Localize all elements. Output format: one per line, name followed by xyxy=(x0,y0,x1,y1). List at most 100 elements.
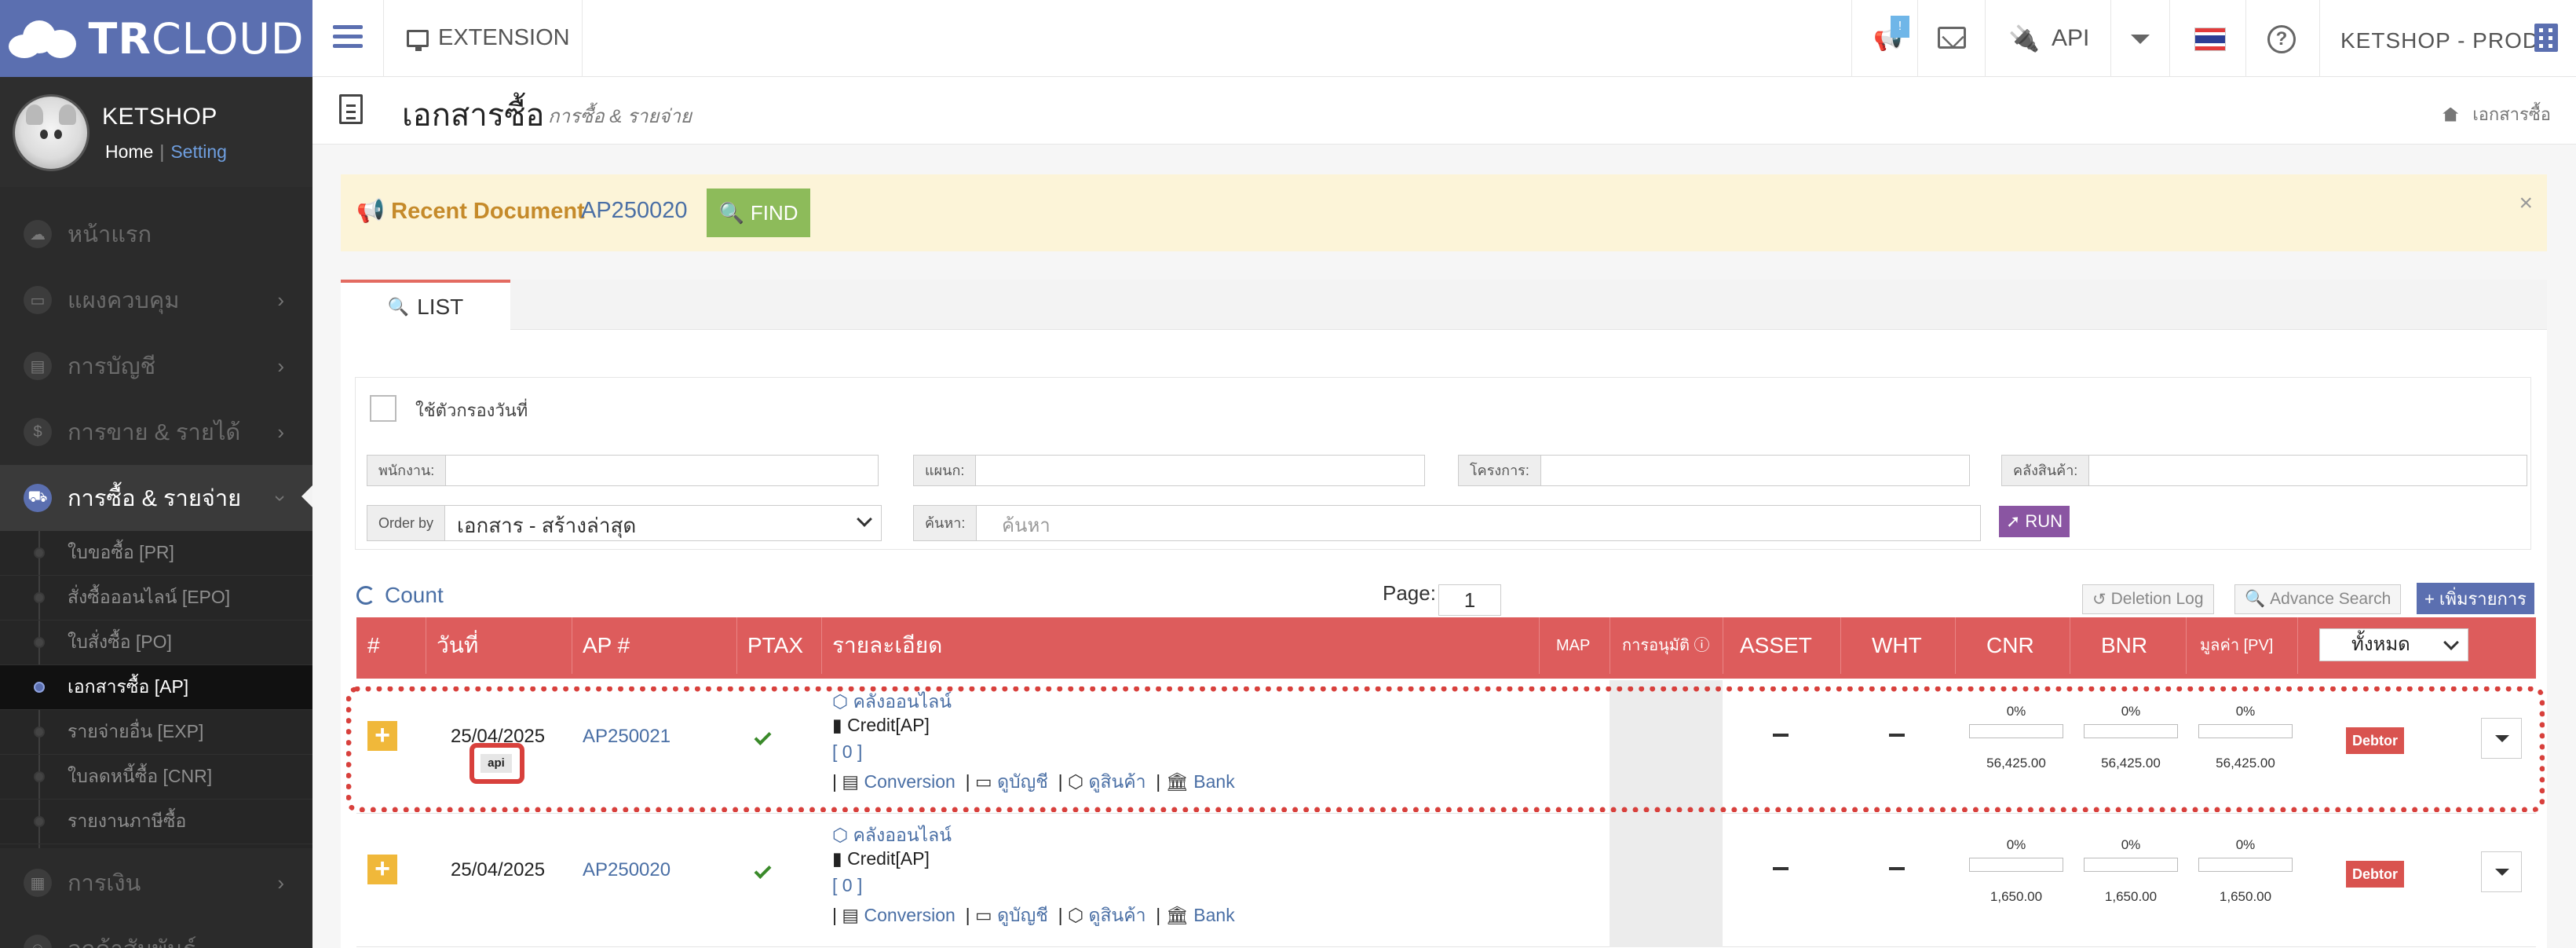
header-underline xyxy=(356,674,2536,679)
project-field[interactable]: โครงการ: xyxy=(1458,455,1970,486)
sidebar-sub-item-pr[interactable]: ใบขอซื้อ [PR] xyxy=(0,531,312,576)
status-filter-select[interactable]: ทั้งหมด xyxy=(2319,628,2468,661)
sidebar-item-dashboard[interactable]: ▭ แผงควบคุม › xyxy=(0,267,312,333)
monitor-icon xyxy=(407,29,429,51)
view-account-link[interactable]: ดูบัญชี xyxy=(997,905,1048,925)
account-menu[interactable]: KETSHOP - PROD xyxy=(2340,28,2539,53)
add-item-button[interactable]: + เพิ่มรายการ xyxy=(2417,583,2534,614)
row-actions-dropdown[interactable] xyxy=(2481,851,2522,892)
sidebar-sub-item-tax-report[interactable]: รายงานภาษีซื้อ xyxy=(0,800,312,844)
date-filter-checkbox[interactable] xyxy=(370,395,396,422)
home-icon[interactable] xyxy=(2443,107,2459,122)
home-link[interactable]: Home xyxy=(105,141,153,162)
warehouse-field[interactable]: คลังสินค้า: xyxy=(2001,455,2527,486)
extension-menu[interactable]: EXTENSION xyxy=(407,25,570,51)
find-button[interactable]: 🔍 FIND xyxy=(707,189,810,237)
page-input[interactable]: 1 xyxy=(1438,584,1501,616)
page-label: Page: xyxy=(1383,581,1436,605)
sidebar-sub-item-ap[interactable]: เอกสารซื้อ [AP] xyxy=(0,665,312,710)
chevron-right-icon: › xyxy=(277,870,284,895)
sidebar-item-home[interactable]: ☁ หน้าแรก xyxy=(0,201,312,267)
sidebar-sub-item-po[interactable]: ใบสั่งซื้อ [PO] xyxy=(0,620,312,665)
sidebar-sub-item-exp[interactable]: รายจ่ายอื่น [EXP] xyxy=(0,710,312,755)
sidebar-item-purchase[interactable]: ⛟ การซื้อ & รายจ่าย › xyxy=(0,465,312,531)
sidebar-sub-item-epo[interactable]: สั่งซื้อออนไลน์ [EPO] xyxy=(0,576,312,620)
page-subtitle: การซื้อ & รายจ่าย xyxy=(548,106,692,127)
building-icon[interactable] xyxy=(2534,24,2558,52)
menu-toggle-icon[interactable] xyxy=(333,25,363,52)
bank-icon: 🏛 xyxy=(1165,905,1189,925)
pv-percent: 0% xyxy=(2235,837,2256,852)
cnr-percent: 0% xyxy=(2006,837,2026,852)
col-ptax[interactable]: PTAX xyxy=(747,617,803,674)
top-bar: EXTENSION 📢 ! 🔌 API ? KETSHOP - PROD xyxy=(312,0,2576,77)
department-field[interactable]: แผนก: xyxy=(913,455,1425,486)
table-row[interactable]: + 25/04/2025 AP250020 ⬡ คลังออนไลน์ ▮ Cr… xyxy=(356,814,2536,947)
pv-progress-bar xyxy=(2198,858,2293,872)
col-asset: ASSET xyxy=(1740,633,1812,657)
deletion-log-button[interactable]: ↺ Deletion Log xyxy=(2082,584,2214,614)
sidebar: TRCLOUD KETSHOP Home | Setting ☁ หน้าแรก ▭… xyxy=(0,0,312,948)
recent-document-link[interactable]: AP250020 xyxy=(581,198,687,224)
breadcrumb-current: เอกสารซื้อ xyxy=(2472,104,2551,124)
table-header: # วันที่ AP # PTAX รายละเอียด MAP การอนุ… xyxy=(356,617,2536,674)
search-icon: 🔍 xyxy=(387,296,410,317)
caret-down-icon[interactable] xyxy=(2131,35,2150,44)
bracket-count: [ 0 ] xyxy=(832,875,863,895)
tab-list[interactable]: 🔍 LIST xyxy=(341,280,510,331)
row-date: 25/04/2025 xyxy=(451,859,546,880)
filter-panel: ใช้ตัวกรองวันที่ พนักงาน: แผนก: โครงการ:… xyxy=(355,377,2531,550)
sidebar-subnav: ใบขอซื้อ [PR] สั่งซื้อออนไลน์ [EPO] ใบสั… xyxy=(0,531,312,848)
book-icon: ▤ xyxy=(24,352,52,380)
ap-number-link[interactable]: AP250020 xyxy=(583,859,670,881)
status-badge: Debtor xyxy=(2346,861,2404,888)
sidebar-item-crm[interactable]: ☺ ลูกค้าสัมพันธ์ xyxy=(0,916,312,948)
col-detail[interactable]: รายละเอียด xyxy=(832,617,942,674)
document-icon xyxy=(339,94,363,124)
sidebar-item-accounting[interactable]: ▤ การบัญชี › xyxy=(0,333,312,399)
advanced-search-button[interactable]: 🔍 Advance Search xyxy=(2234,584,2402,614)
chevron-right-icon: › xyxy=(277,419,284,444)
col-approval: การอนุมัติ ⓘ xyxy=(1622,637,1710,654)
view-product-link[interactable]: ดูสินค้า xyxy=(1089,905,1146,925)
employee-field[interactable]: พนักงาน: xyxy=(367,455,879,486)
expand-row-button[interactable]: + xyxy=(367,855,397,884)
cloud-logo-icon xyxy=(8,19,79,58)
help-icon[interactable]: ? xyxy=(2267,25,2296,53)
cube-icon: ⬡ xyxy=(1068,905,1084,925)
close-icon[interactable]: × xyxy=(2519,190,2533,217)
api-menu[interactable]: API xyxy=(2052,25,2089,52)
avatar[interactable] xyxy=(13,94,90,171)
bank-link[interactable]: Bank xyxy=(1193,905,1234,925)
table-icon: ▤ xyxy=(842,905,860,925)
monitor-icon: ▭ xyxy=(24,286,52,314)
profile: KETSHOP Home | Setting xyxy=(0,77,312,187)
calendar-icon: ▦ xyxy=(24,869,52,897)
sidebar-sub-item-cnr[interactable]: ใบลดหนี้ซื้อ [CNR] xyxy=(0,755,312,800)
profile-links: Home | Setting xyxy=(105,141,227,162)
row-highlight-box xyxy=(346,686,2545,812)
logo[interactable]: TRCLOUD xyxy=(0,0,312,77)
sidebar-item-sales[interactable]: $ การขาย & รายได้ › xyxy=(0,399,312,465)
search-input[interactable]: ค้นหา: ค้นหา xyxy=(913,505,1981,541)
tab-strip: 🔍 LIST xyxy=(341,280,2547,331)
cloud-icon: ☁ xyxy=(24,220,52,248)
setting-link[interactable]: Setting xyxy=(170,141,227,162)
page-title: เอกสารซื้อ xyxy=(402,98,545,133)
pv-amount: 1,650.00 xyxy=(2219,889,2272,904)
col-ap[interactable]: AP # xyxy=(583,617,630,674)
col-date[interactable]: วันที่ xyxy=(437,617,478,674)
thai-flag-icon[interactable] xyxy=(2194,27,2226,51)
conversion-link[interactable]: Conversion xyxy=(864,905,955,925)
count-link[interactable]: Count xyxy=(356,583,444,608)
warehouse-link[interactable]: ⬡ คลังออนไลน์ xyxy=(832,822,952,850)
order-by-select[interactable]: Order by เอกสาร - สร้างล่าสุด xyxy=(367,505,882,541)
plug-icon: 🔌 xyxy=(2008,24,2040,53)
run-button[interactable]: ➚ RUN xyxy=(1999,506,2070,537)
mail-icon[interactable] xyxy=(1938,27,1966,49)
cnr-amount: 1,650.00 xyxy=(1990,889,2043,904)
bnr-progress-bar xyxy=(2084,858,2178,872)
list-panel: 🔍 LIST ใช้ตัวกรองวันที่ พนักงาน: แผนก: โค… xyxy=(341,280,2547,948)
sidebar-item-finance[interactable]: ▦ การเงิน › xyxy=(0,850,312,916)
breadcrumb: เอกสารซื้อ xyxy=(2443,101,2551,128)
